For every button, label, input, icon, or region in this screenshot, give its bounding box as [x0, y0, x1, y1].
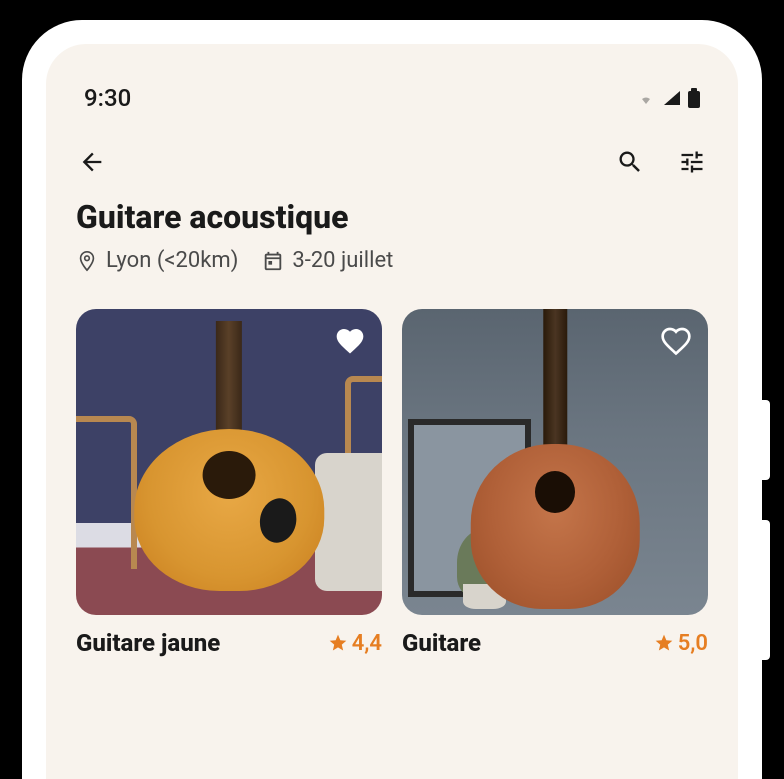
- phone-screen: 9:30: [46, 44, 738, 779]
- signal-icon: [662, 89, 682, 107]
- listing-info: Guitare 5,0: [402, 629, 708, 657]
- listing-card[interactable]: Guitare 5,0: [402, 309, 708, 657]
- heart-outline-icon: [660, 325, 692, 357]
- date-filter[interactable]: 3-20 juillet: [262, 248, 393, 273]
- status-bar: 9:30: [46, 44, 738, 122]
- phone-frame: 9:30: [22, 20, 762, 779]
- app-bar: [46, 122, 738, 198]
- filter-chips: Lyon (<20km) 3-20 juillet: [76, 248, 708, 273]
- listing-rating: 5,0: [654, 631, 708, 656]
- listing-title: Guitare: [402, 629, 481, 657]
- page-title: Guitare acoustique: [76, 198, 708, 236]
- wifi-icon: [636, 90, 656, 106]
- status-icons: [636, 88, 700, 108]
- star-icon: [654, 633, 674, 653]
- listing-card[interactable]: Guitare jaune 4,4: [76, 309, 382, 657]
- search-button[interactable]: [614, 146, 646, 178]
- listing-grid: Guitare jaune 4,4: [76, 309, 708, 657]
- rating-value: 4,4: [352, 631, 382, 656]
- date-text: 3-20 juillet: [292, 248, 393, 273]
- heart-filled-icon: [334, 325, 366, 357]
- content-area: Guitare acoustique Lyon (<20km) 3-20 jui…: [46, 198, 738, 657]
- location-text: Lyon (<20km): [106, 248, 238, 273]
- search-icon: [616, 148, 644, 176]
- calendar-icon: [262, 250, 284, 272]
- arrow-left-icon: [78, 148, 106, 176]
- status-time: 9:30: [84, 84, 131, 112]
- phone-side-button: [762, 400, 770, 480]
- favorite-button[interactable]: [660, 325, 692, 357]
- listing-info: Guitare jaune 4,4: [76, 629, 382, 657]
- listing-image: [402, 309, 708, 615]
- listing-title: Guitare jaune: [76, 629, 220, 657]
- battery-icon: [688, 88, 700, 108]
- location-filter[interactable]: Lyon (<20km): [76, 248, 238, 273]
- listing-rating: 4,4: [328, 631, 382, 656]
- listing-image: [76, 309, 382, 615]
- phone-side-button: [762, 520, 770, 660]
- filter-button[interactable]: [676, 146, 708, 178]
- rating-value: 5,0: [678, 631, 708, 656]
- star-icon: [328, 633, 348, 653]
- tune-icon: [678, 148, 706, 176]
- location-icon: [76, 250, 98, 272]
- back-button[interactable]: [76, 146, 108, 178]
- favorite-button[interactable]: [334, 325, 366, 357]
- action-icons: [614, 146, 708, 178]
